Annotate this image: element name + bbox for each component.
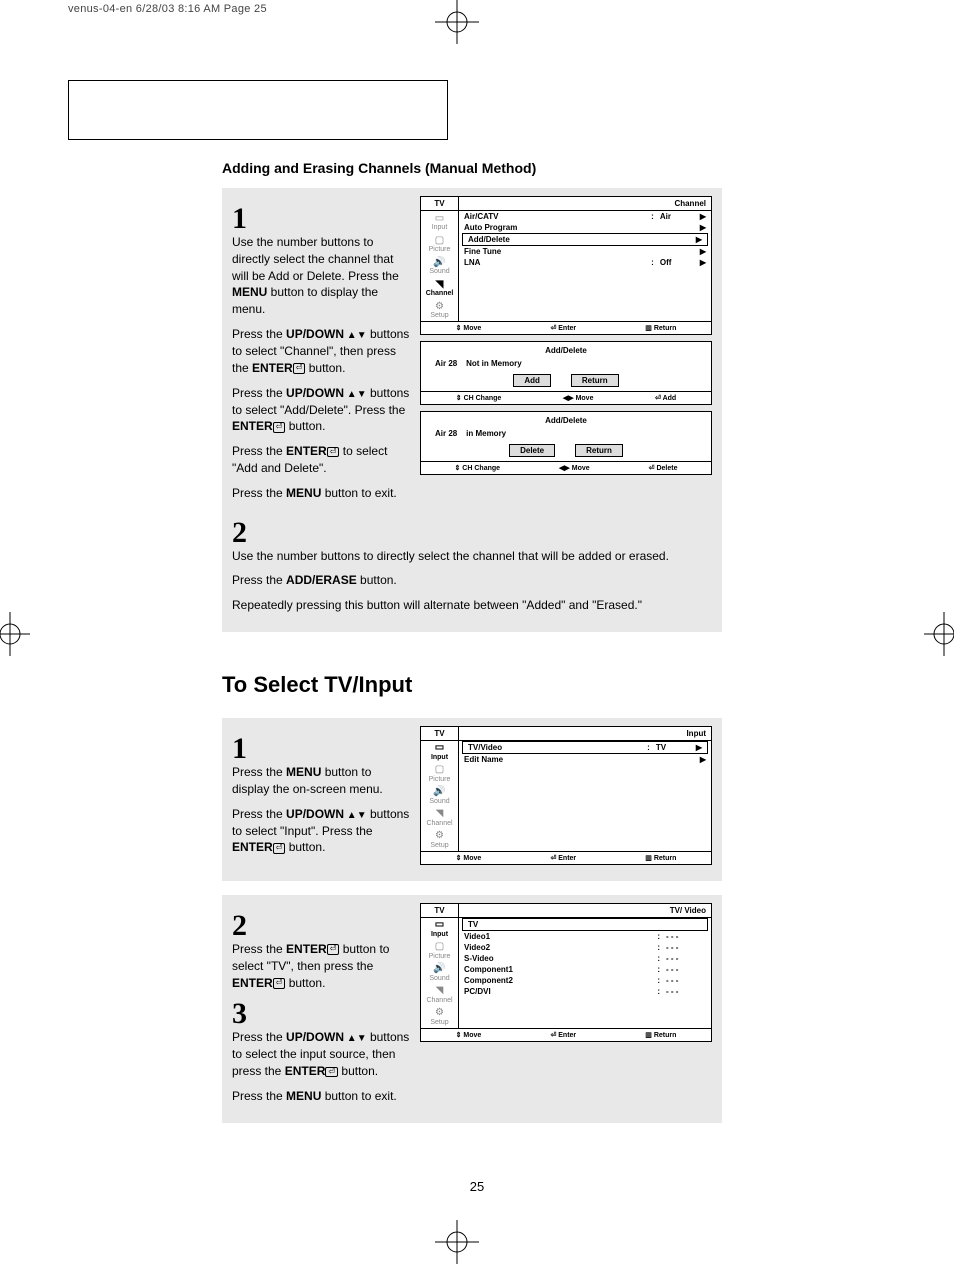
enter-icon: ⏎ [325,1067,338,1078]
step-number-2: 2 [232,518,712,548]
osd-add-panel: Add/Delete Air 28 Not in Memory Add Retu… [420,341,712,405]
registration-mark-bottom [435,1220,479,1264]
section1-step2: 2 Use the number buttons to directly sel… [232,518,712,614]
osd-add-button: Add [513,374,551,387]
step-number-2b: 2 [232,911,412,941]
section2-step1-block: 1 Press the MENU button to display the o… [222,718,722,881]
osd-delete-button: Delete [509,444,555,457]
section1-title: Adding and Erasing Channels (Manual Meth… [222,160,722,176]
registration-mark-right [924,612,954,656]
osd-input-menu: TV Input ▭Input ▢Picture 🔊Sound ◥Channel… [420,726,712,865]
manual-page: venus-04-en 6/28/03 8:16 AM Page 25 Addi… [0,0,954,1264]
registration-mark-top [435,0,479,44]
enter-icon: ⏎ [273,422,286,433]
section2-title: To Select TV/Input [222,672,722,698]
title-placeholder-box [68,80,448,140]
step-number-1b: 1 [232,734,412,764]
section1-step1-text: 1 Use the number buttons to directly sel… [232,196,412,510]
step-number-3: 3 [232,999,412,1029]
enter-icon: ⏎ [273,978,286,989]
section1-osd-column: TV Channel ▭Input ▢Picture 🔊Sound ◥Chann… [420,196,712,481]
page-content: Adding and Erasing Channels (Manual Meth… [222,160,722,1123]
page-number: 25 [0,1179,954,1194]
enter-icon: ⏎ [273,843,286,854]
osd-tvvideo-menu: TV TV/ Video ▭Input ▢Picture 🔊Sound ◥Cha… [420,903,712,1042]
crop-header: venus-04-en 6/28/03 8:16 AM Page 25 [68,3,267,15]
registration-mark-left [0,612,30,656]
osd-return-button: Return [575,444,623,457]
enter-icon: ⏎ [327,944,340,955]
osd-channel-menu: TV Channel ▭Input ▢Picture 🔊Sound ◥Chann… [420,196,712,335]
enter-icon: ⏎ [293,363,306,374]
enter-icon: ⏎ [327,447,340,458]
osd-return-button: Return [571,374,619,387]
section2-step23-block: 2 Press the ENTER⏎ button to select "TV"… [222,895,722,1123]
osd-delete-panel: Add/Delete Air 28 in Memory Delete Retur… [420,411,712,475]
step-number-1: 1 [232,204,412,234]
section1-block: 1 Use the number buttons to directly sel… [222,188,722,632]
